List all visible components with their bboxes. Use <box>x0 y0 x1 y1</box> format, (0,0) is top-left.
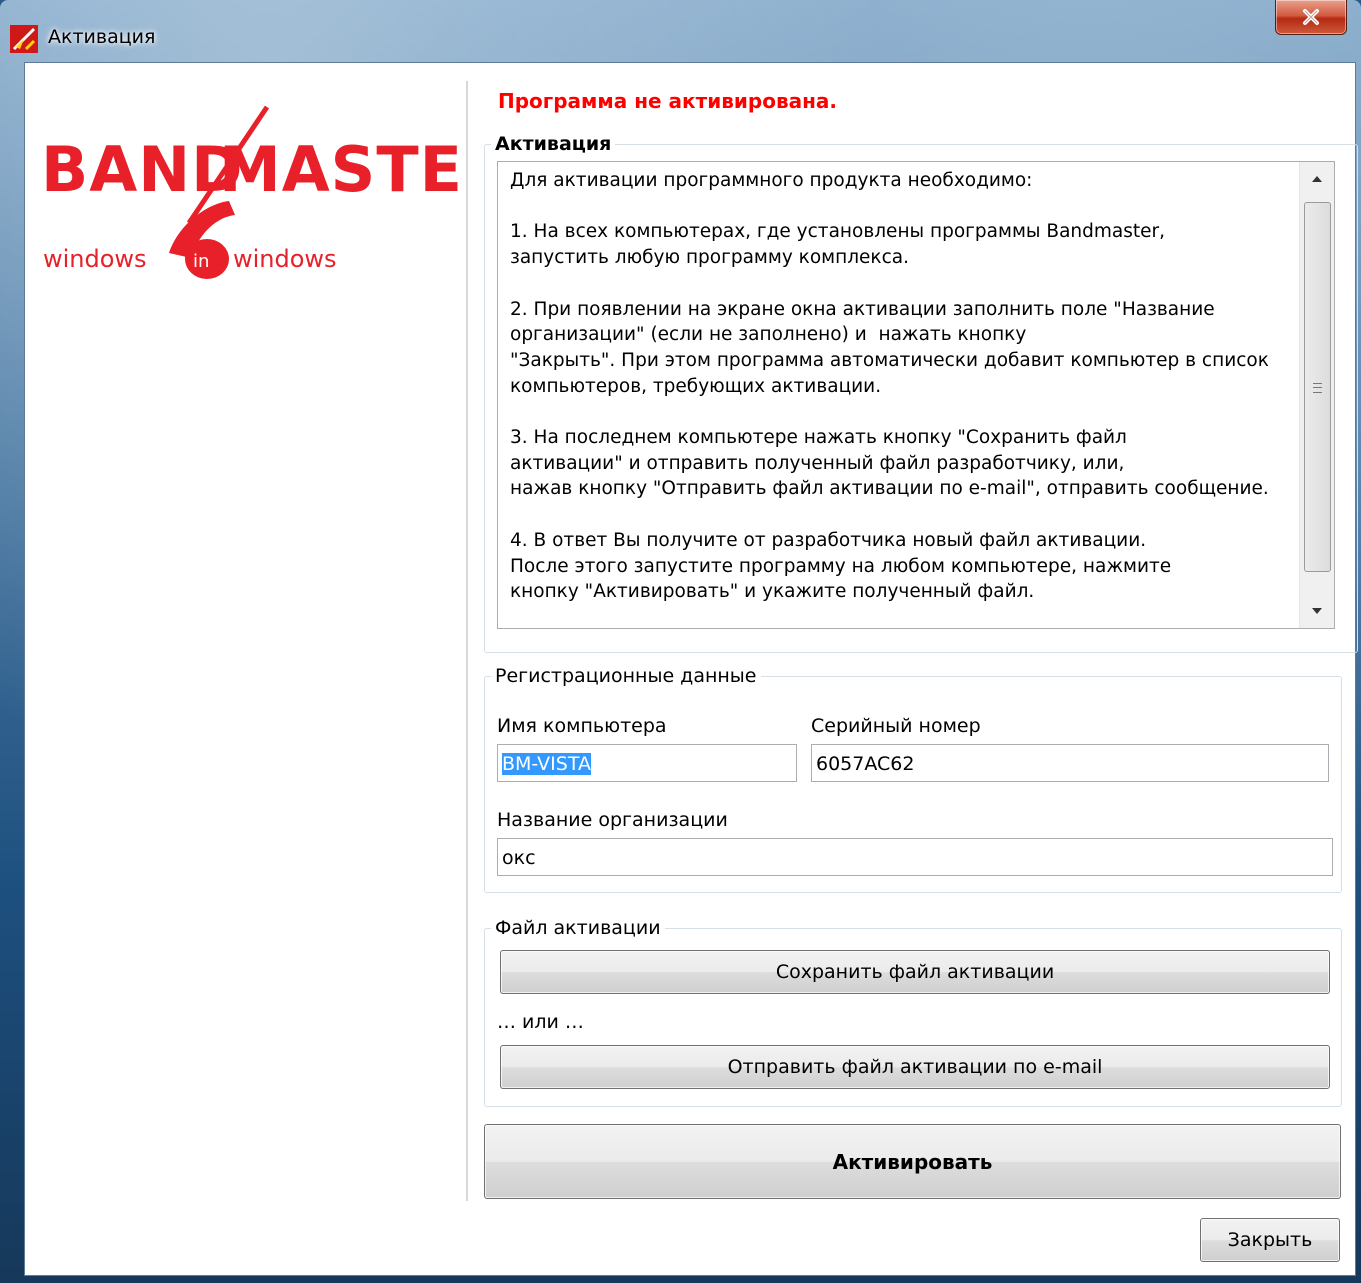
close-button[interactable]: Закрыть <box>1200 1218 1340 1262</box>
activation-legend: Активация <box>495 133 612 155</box>
svg-text:windows: windows <box>43 245 147 273</box>
arrow-up-icon <box>1312 176 1322 182</box>
window-title: Активация <box>48 26 156 48</box>
registration-legend: Регистрационные данные <box>495 665 757 687</box>
scroll-thumb[interactable] <box>1304 202 1331 572</box>
svg-text:windows: windows <box>233 245 337 273</box>
instructions-scrollbar[interactable] <box>1299 162 1334 628</box>
grip-icon <box>1313 383 1322 393</box>
title-bar[interactable]: Активация <box>0 0 1361 62</box>
instructions-textbox[interactable]: Для активации программного продукта необ… <box>497 161 1335 629</box>
organization-label: Название организации <box>497 809 728 831</box>
svg-text:MASTER: MASTER <box>219 133 459 206</box>
svg-text:in: in <box>193 251 209 272</box>
scroll-up-button[interactable] <box>1300 162 1334 196</box>
close-icon <box>1303 9 1319 25</box>
arrow-down-icon <box>1312 608 1322 614</box>
svg-text:BAND: BAND <box>41 133 244 206</box>
app-icon <box>10 25 38 53</box>
dialog-client-area: BAND MASTER in windows windows Программа… <box>24 62 1358 1276</box>
or-text: … или … <box>497 1011 584 1033</box>
bandmaster-logo: BAND MASTER in windows windows <box>41 105 459 279</box>
computer-name-label: Имя компьютера <box>497 715 667 737</box>
activation-file-legend: Файл активации <box>495 917 661 939</box>
computer-name-value: BM-VISTA <box>502 753 591 775</box>
serial-number-label: Серийный номер <box>811 715 981 737</box>
scroll-down-button[interactable] <box>1300 594 1334 628</box>
activation-status: Программа не активирована. <box>498 89 838 113</box>
organization-field[interactable]: окс <box>497 838 1333 876</box>
activate-button[interactable]: Активировать <box>484 1124 1341 1199</box>
save-activation-file-button[interactable]: Сохранить файл активации <box>500 950 1330 994</box>
vertical-divider <box>466 81 469 1201</box>
instructions-text: Для активации программного продукта необ… <box>510 170 1269 603</box>
window-close-button[interactable] <box>1275 0 1347 35</box>
window-frame: Активация BAND MASTER in windows windows… <box>0 0 1361 1283</box>
serial-number-field[interactable]: 6057AC62 <box>811 744 1329 782</box>
computer-name-field[interactable]: BM-VISTA <box>497 744 797 782</box>
email-activation-file-button[interactable]: Отправить файл активации по e-mail <box>500 1045 1330 1089</box>
